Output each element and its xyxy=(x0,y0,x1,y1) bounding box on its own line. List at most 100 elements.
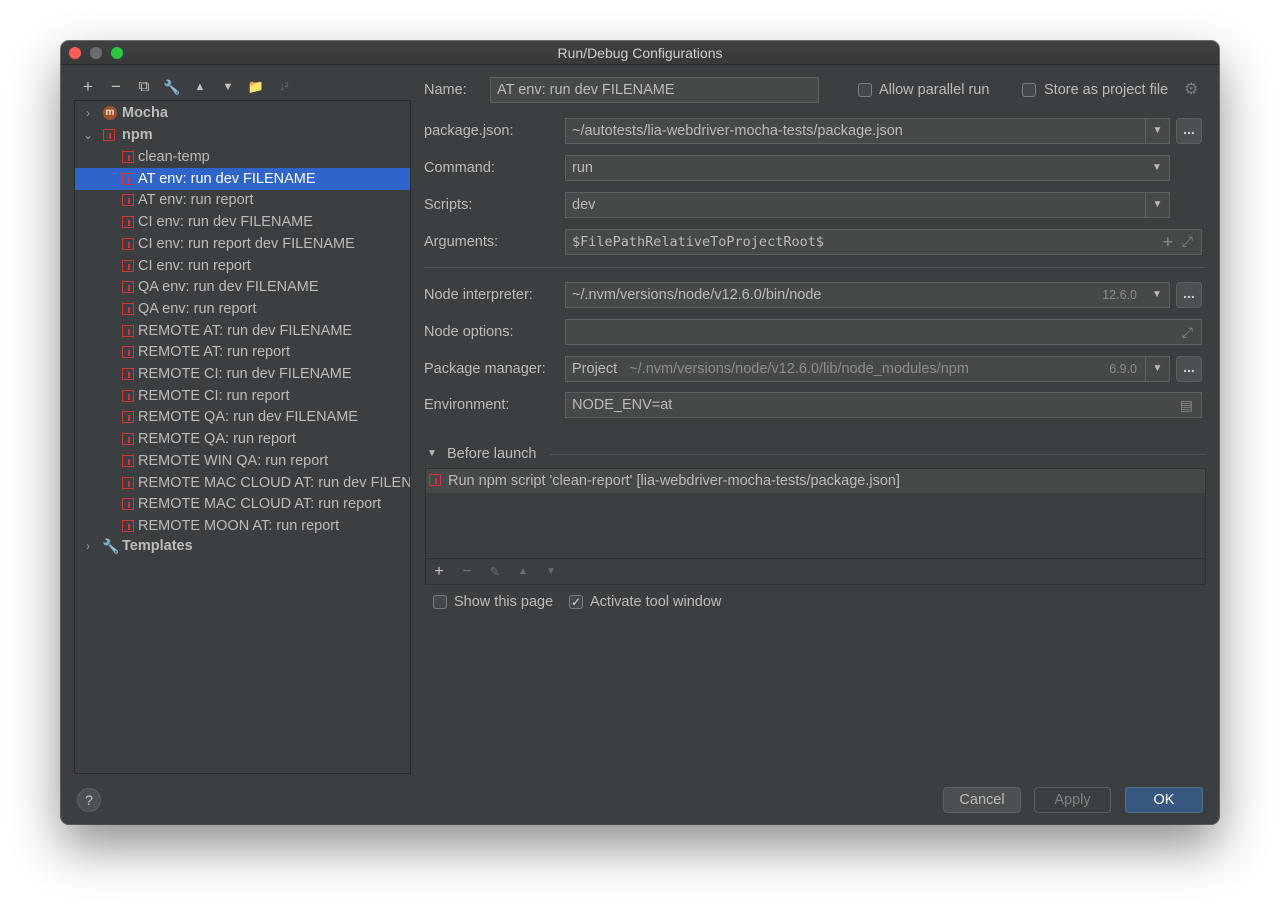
chevron-down-icon[interactable]: ▼ xyxy=(1145,156,1169,180)
browse-package-manager-button[interactable]: ... xyxy=(1176,356,1202,382)
tree-group-mocha[interactable]: › m Mocha xyxy=(75,102,410,124)
sort-icon[interactable]: ↓² xyxy=(274,77,294,97)
tree-group-label: Templates xyxy=(122,538,193,554)
npm-icon xyxy=(122,324,134,337)
run-debug-dialog: Run/Debug Configurations + − ⧉ 🔧 ▲ ▼ 📁 ↓… xyxy=(61,41,1219,824)
tree-item-configuration[interactable]: CI env: run dev FILENAME xyxy=(75,211,410,233)
tree-item-configuration[interactable]: REMOTE MOON AT: run report xyxy=(75,515,410,537)
chevron-right-icon[interactable]: › xyxy=(83,535,93,557)
tree-item-configuration[interactable]: AT env: run dev FILENAME xyxy=(75,167,410,190)
tree-item-configuration[interactable]: QA env: run dev FILENAME xyxy=(75,276,410,298)
move-down-icon[interactable]: ▼ xyxy=(218,77,238,97)
node-interpreter-combo[interactable]: ~/.nvm/versions/node/v12.6.0/bin/node 12… xyxy=(565,282,1170,308)
apply-button[interactable]: Apply xyxy=(1034,787,1111,813)
chevron-down-icon[interactable]: ▼ xyxy=(1145,119,1169,143)
tree-item-label: REMOTE MOON AT: run report xyxy=(138,517,340,534)
scripts-combo[interactable]: dev ▼ xyxy=(565,192,1170,218)
show-page-checkbox[interactable] xyxy=(433,595,447,609)
node-options-input[interactable]: ⤢ xyxy=(565,319,1202,345)
tree-item-configuration[interactable]: REMOTE AT: run report xyxy=(75,341,410,363)
tree-group-templates[interactable]: › 🔧 Templates xyxy=(75,535,410,557)
before-launch-item[interactable]: Run npm script 'clean-report' [lia-webdr… xyxy=(426,469,1205,493)
tree-item-configuration[interactable]: REMOTE CI: run report xyxy=(75,385,410,407)
remove-configuration-icon[interactable]: − xyxy=(106,77,126,97)
edit-task-icon[interactable]: ✎ xyxy=(486,562,504,582)
browse-package-json-button[interactable]: ... xyxy=(1176,118,1202,144)
npm-icon xyxy=(122,346,134,359)
package-manager-combo[interactable]: Project ~/.nvm/versions/node/v12.6.0/lib… xyxy=(565,356,1170,382)
activate-tool-checkbox[interactable]: ✓ xyxy=(569,595,583,609)
tree-item-configuration[interactable]: clean-temp xyxy=(75,146,410,168)
tree-item-label: QA env: run dev FILENAME xyxy=(138,279,319,296)
tree-item-configuration[interactable]: REMOTE WIN QA: run report xyxy=(75,450,410,472)
add-configuration-icon[interactable]: + xyxy=(78,77,98,97)
npm-icon xyxy=(122,172,134,185)
node-interpreter-value: ~/.nvm/versions/node/v12.6.0/bin/node xyxy=(572,287,822,303)
tree-item-configuration[interactable]: CI env: run report xyxy=(75,255,410,277)
name-label: Name: xyxy=(424,82,467,98)
environment-input[interactable]: NODE_ENV=at ▤ xyxy=(565,392,1202,418)
tree-item-configuration[interactable]: REMOTE QA: run report xyxy=(75,428,410,450)
edit-environment-icon[interactable]: ▤ xyxy=(1180,393,1193,417)
tree-item-configuration[interactable]: REMOTE MAC CLOUD AT: run report xyxy=(75,493,410,515)
collapse-before-launch-icon[interactable]: ▼ xyxy=(427,444,437,464)
move-down-icon[interactable]: ▼ xyxy=(542,562,560,582)
arguments-input[interactable]: $FilePathRelativeToProjectRoot$ + ⤢ xyxy=(565,229,1202,255)
new-folder-icon[interactable]: 📁 xyxy=(246,77,266,97)
close-window-button[interactable] xyxy=(69,47,81,59)
expand-icon[interactable]: ⤢ xyxy=(1182,230,1193,254)
browse-node-interpreter-button[interactable]: ... xyxy=(1176,282,1202,308)
name-input[interactable]: AT env: run dev FILENAME xyxy=(490,77,819,103)
title-bar: Run/Debug Configurations xyxy=(61,41,1219,65)
wrench-icon: 🔧 xyxy=(102,538,120,554)
tree-item-label: QA env: run report xyxy=(138,300,257,317)
command-combo[interactable]: run ▼ xyxy=(565,155,1170,181)
tree-item-label: CI env: run dev FILENAME xyxy=(138,214,313,231)
move-up-icon[interactable]: ▲ xyxy=(190,77,210,97)
help-button[interactable]: ? xyxy=(77,788,101,812)
npm-icon xyxy=(122,454,134,467)
separator xyxy=(424,267,1206,268)
npm-icon xyxy=(122,237,134,250)
edit-defaults-icon[interactable]: 🔧 xyxy=(162,77,182,97)
tree-item-configuration[interactable]: REMOTE AT: run dev FILENAME xyxy=(75,320,410,342)
package-json-combo[interactable]: ~/autotests/lia-webdriver-mocha-tests/pa… xyxy=(565,118,1170,144)
tree-item-configuration[interactable]: AT env: run report xyxy=(75,189,410,211)
tree-item-configuration[interactable]: REMOTE MAC CLOUD AT: run dev FILENAME xyxy=(75,472,410,494)
chevron-right-icon[interactable]: › xyxy=(83,102,93,124)
ok-button[interactable]: OK xyxy=(1125,787,1203,813)
package-manager-value: Project xyxy=(572,361,618,377)
expand-icon[interactable]: ⤢ xyxy=(1182,320,1193,344)
add-task-icon[interactable]: + xyxy=(430,562,448,582)
remove-task-icon[interactable]: − xyxy=(458,562,476,582)
store-project-checkbox[interactable] xyxy=(1022,83,1036,97)
tree-item-label: AT env: run report xyxy=(138,192,254,209)
arguments-value: $FilePathRelativeToProjectRoot$ xyxy=(572,234,824,250)
npm-icon xyxy=(122,498,134,511)
before-launch-item-label: Run npm script 'clean-report' [lia-webdr… xyxy=(448,473,900,489)
chevron-down-icon[interactable]: ▼ xyxy=(1145,357,1169,381)
tree-item-configuration[interactable]: QA env: run report xyxy=(75,298,410,320)
tree-item-configuration[interactable]: REMOTE CI: run dev FILENAME xyxy=(75,363,410,385)
add-macro-icon[interactable]: + xyxy=(1163,230,1173,254)
cancel-button[interactable]: Cancel xyxy=(943,787,1021,813)
copy-configuration-icon[interactable]: ⧉ xyxy=(134,77,154,97)
maximize-window-button[interactable] xyxy=(111,47,123,59)
npm-icon xyxy=(122,216,134,229)
scripts-value: dev xyxy=(572,197,596,213)
minimize-window-button[interactable] xyxy=(90,47,102,59)
tree-item-configuration[interactable]: CI env: run report dev FILENAME xyxy=(75,233,410,255)
tree-group-label: Mocha xyxy=(122,105,168,121)
move-up-icon[interactable]: ▲ xyxy=(514,562,532,582)
tree-group-npm[interactable]: ⌄ npm xyxy=(75,124,410,146)
allow-parallel-checkbox[interactable] xyxy=(858,83,872,97)
chevron-down-icon[interactable]: ▼ xyxy=(1145,283,1169,307)
show-page-label: Show this page xyxy=(454,594,554,610)
node-version-badge: 12.6.0 xyxy=(1102,288,1137,302)
gear-icon[interactable]: ⚙ xyxy=(1184,80,1198,100)
chevron-down-icon[interactable]: ▼ xyxy=(1145,193,1169,217)
chevron-down-icon[interactable]: ⌄ xyxy=(83,124,93,146)
configuration-tree[interactable]: › m Mocha ⌄ npm clean-temp AT env: run de… xyxy=(74,100,411,774)
tree-item-configuration[interactable]: REMOTE QA: run dev FILENAME xyxy=(75,406,410,428)
window-title: Run/Debug Configurations xyxy=(557,45,723,61)
